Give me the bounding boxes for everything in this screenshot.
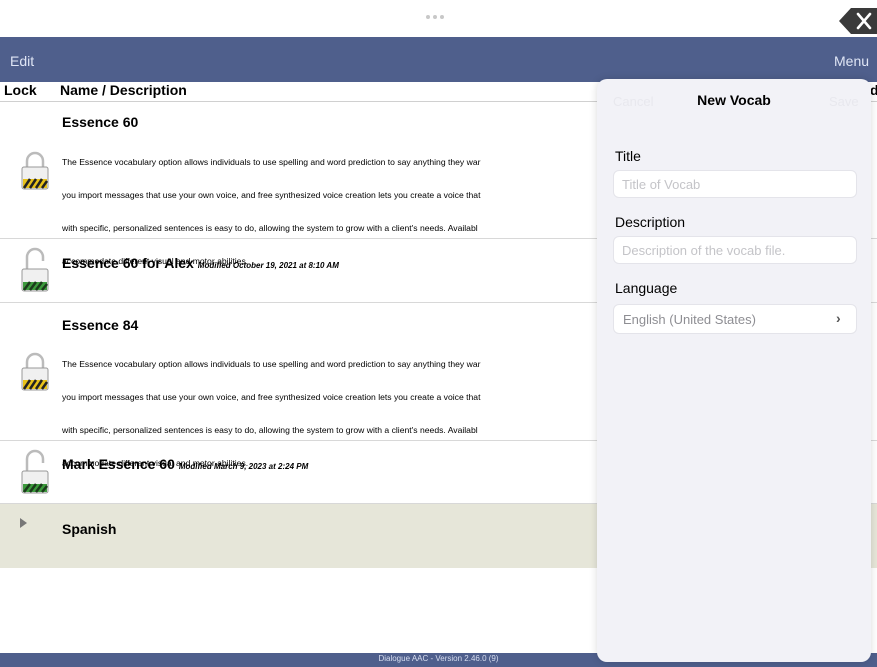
edit-button[interactable]: Edit	[10, 53, 34, 69]
new-vocab-sheet: Cancel New Vocab Save Title Description …	[597, 79, 871, 662]
menu-button[interactable]: Menu	[834, 53, 869, 69]
drag-grabber-icon[interactable]	[426, 6, 452, 19]
save-button[interactable]: Save	[829, 94, 859, 109]
description-field[interactable]	[613, 236, 857, 264]
row-modified-date: Modified March 9, 2023 at 2:24 PM	[178, 462, 309, 471]
title-label: Title	[615, 148, 641, 164]
row-title: Mark Essence 60 Modified March 9, 2023 at…	[62, 456, 309, 472]
name-column-header: Name / Description	[60, 82, 187, 98]
chevron-right-icon: ›	[836, 310, 841, 326]
lock-column-header: Lock	[4, 82, 37, 98]
group-label: Spanish	[62, 521, 117, 537]
padlock-locked-icon	[21, 151, 49, 190]
row-title: Essence 84	[62, 317, 139, 333]
row-title: Essence 60	[62, 114, 139, 130]
language-selector[interactable]: English (United States) ›	[613, 304, 857, 334]
language-value: English (United States)	[623, 312, 756, 327]
padlock-unlocked-icon	[21, 247, 49, 292]
description-input[interactable]	[614, 237, 852, 263]
description-label: Description	[615, 214, 686, 230]
row-title: Essence 60 for Alex Modified October 19, …	[62, 255, 339, 271]
disclosure-triangle-icon[interactable]	[20, 518, 27, 528]
window-top-bar	[0, 0, 877, 37]
nav-bar	[0, 37, 877, 82]
title-input[interactable]	[614, 171, 852, 197]
padlock-locked-icon	[21, 352, 49, 391]
row-modified-date: Modified October 19, 2021 at 8:10 AM	[197, 261, 339, 270]
padlock-unlocked-icon	[21, 449, 49, 494]
title-field[interactable]	[613, 170, 857, 198]
close-icon[interactable]	[839, 8, 877, 34]
column-header-clipped: d	[870, 82, 877, 98]
language-label: Language	[615, 280, 678, 296]
